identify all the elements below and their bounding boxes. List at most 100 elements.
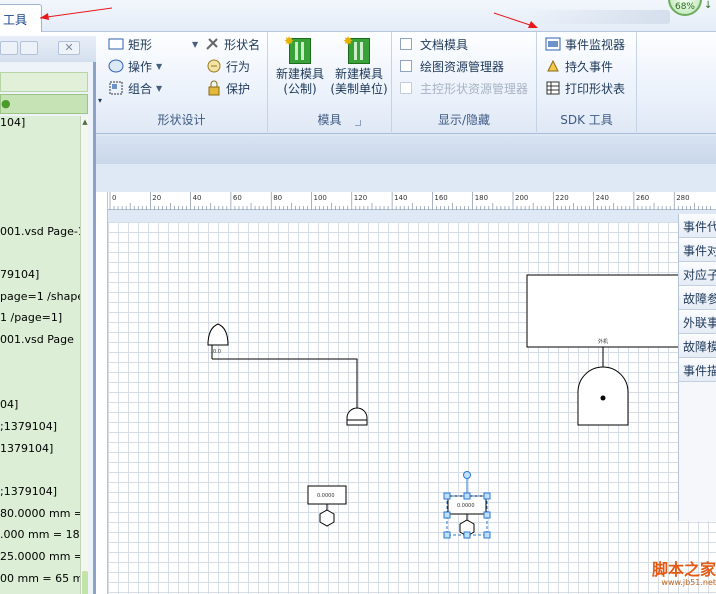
rectangle-button[interactable]: 矩形 [108, 34, 152, 54]
dropdown-icon: ▼ [156, 83, 163, 93]
basic-event-label: 0.0000 [457, 503, 475, 509]
ruler-label: 280 [676, 194, 689, 202]
new-stencil-us-button[interactable]: ✸ 新建模具 (美制单位) [328, 34, 390, 97]
log-line[interactable]: 00 mm = 65 mi [0, 572, 80, 585]
new-stencil-icon: ✸ [343, 34, 370, 64]
group-button[interactable]: 组合 ▼ [108, 78, 162, 98]
checkbox-drawing-explorer[interactable]: 绘图资源管理器 [400, 56, 504, 76]
connector-line[interactable] [212, 358, 358, 408]
log-line[interactable]: 104] [0, 116, 25, 129]
more-icon[interactable]: ▾ [98, 90, 102, 110]
persistent-events-icon [545, 58, 561, 74]
group-title-shape-design: 形状设计 [157, 113, 206, 127]
event-box-label: 外机 [598, 338, 608, 345]
and-gate-shape-large[interactable] [577, 366, 629, 426]
basic-event-shape-1[interactable]: 0.0000 [307, 485, 347, 527]
log-line[interactable]: 80.0000 mm = [0, 507, 80, 520]
minimize-button[interactable] [0, 41, 18, 55]
ruler-label: 20 [152, 194, 161, 202]
data-field-6[interactable]: 故障模 [679, 334, 716, 358]
behavior-button[interactable]: 行为 [206, 56, 250, 76]
log-line[interactable]: 001.vsd Page [0, 333, 74, 346]
close-button[interactable]: ✕ [58, 41, 80, 55]
checkbox-box [400, 82, 412, 94]
print-shapesheet-icon [545, 80, 561, 96]
data-field-4[interactable]: 故障参 [679, 286, 716, 310]
watermark-url: www.jb51.net [661, 578, 716, 587]
ribbon: 矩形 操作 ▼ 组合 ▼ ▼ 形状名 行为 保护 ▾ 形状设计 ✸ 新建模具 (… [0, 32, 716, 134]
scroll-thumb[interactable] [82, 571, 88, 594]
print-shapesheet-button[interactable]: 打印形状表 [545, 78, 625, 98]
protection-button[interactable]: 保护 [206, 78, 250, 98]
and-gate-shape-small[interactable] [346, 407, 368, 426]
ruler-label: 220 [555, 194, 568, 202]
ruler-label: 200 [515, 194, 528, 202]
ruler-label: 180 [475, 194, 488, 202]
group-title-show-hide: 显示/隐藏 [437, 113, 491, 127]
persistent-events-button[interactable]: 持久事件 [545, 56, 613, 76]
leaf-icon: ● [1, 97, 11, 110]
watermark-logo: 脚本之家 [651, 560, 716, 579]
event-monitor-button[interactable]: 事件监视器 [545, 34, 625, 54]
drawing-canvas[interactable]: 0.0 外机 0.0000 0.0000 [108, 222, 716, 594]
ruler-label: 100 [314, 194, 327, 202]
operations-button[interactable]: 操作 ▼ [108, 56, 162, 76]
data-field-1[interactable]: 事件代 [679, 214, 716, 238]
group-stencil: ✸ 新建模具 (公制) ✸ 新建模具 (美制单位) 模具 [268, 32, 392, 132]
shape-name-button[interactable]: ▼ 形状名 [192, 34, 260, 54]
checkbox-master-explorer: 主控形状资源管理器 [400, 78, 528, 98]
log-line[interactable]: .000 mm = 180 [0, 528, 80, 541]
lock-icon [206, 80, 222, 96]
group-sdk-tools: 事件监视器 持久事件 打印形状表 SDK 工具 [537, 32, 637, 132]
log-line[interactable]: page=1 /shape [0, 290, 80, 303]
event-monitor-icon [545, 36, 561, 52]
data-field-3[interactable]: 对应子 [679, 262, 716, 286]
ruler-label: 160 [434, 194, 447, 202]
dropdown-icon: ▼ [156, 61, 163, 71]
rectangle-icon [108, 36, 124, 52]
shape-name-icon [204, 36, 220, 52]
group-show-hide: 文档模具 绘图资源管理器 主控形状资源管理器 显示/隐藏 [392, 32, 537, 132]
scroll-up-icon[interactable]: ▲ [81, 118, 89, 126]
log-line[interactable]: ;1379104] [0, 420, 57, 433]
new-stencil-metric-button[interactable]: ✸ 新建模具 (公制) [272, 34, 328, 97]
log-line[interactable]: 25.0000 mm = [0, 550, 80, 563]
log-line[interactable]: 79104] [0, 268, 39, 281]
ruler-label: 40 [193, 194, 202, 202]
checkbox-document-stencil[interactable]: 文档模具 [400, 34, 468, 54]
log-line[interactable]: 001.vsd Page-1 [0, 225, 80, 238]
toolbar-strip [96, 136, 716, 164]
canvas-top-gap [108, 210, 716, 222]
data-field-5[interactable]: 外联事 [679, 310, 716, 334]
log-line[interactable]: 1379104] [0, 442, 53, 455]
group-title-sdk-tools: SDK 工具 [560, 113, 613, 127]
shape-data-panel: 事件代 事件对 对应子 故障参 外联事 故障模 事件描 [678, 214, 716, 521]
ruler-label: 120 [354, 194, 367, 202]
data-field-7[interactable]: 事件描 [679, 358, 716, 382]
log-line[interactable]: 04] [0, 398, 18, 411]
log-line[interactable]: 1 /page=1] [0, 311, 62, 324]
ribbon-tab-strip: 工具 68% ↓ [0, 0, 716, 33]
ruler-label: 80 [273, 194, 282, 202]
log-line[interactable]: ;1379104] [0, 485, 57, 498]
maximize-button[interactable] [20, 41, 38, 55]
group-shape-design: 矩形 操作 ▼ 组合 ▼ ▼ 形状名 行为 保护 ▾ 形状设计 [96, 32, 268, 132]
blurred-toolbar-area [530, 10, 670, 24]
pane-scrollbar[interactable]: ▲ [80, 116, 88, 594]
or-gate-shape[interactable]: 0.0 [207, 323, 229, 359]
event-log-list[interactable]: 104] 001.vsd Page-1 79104] page=1 /shape 1 /… [0, 116, 80, 594]
vertical-ruler [96, 192, 108, 594]
ruler-label: 60 [233, 194, 242, 202]
basic-event-label: 0.0000 [317, 493, 335, 499]
behavior-icon [206, 58, 222, 74]
basic-event-shape-2-selected[interactable]: 0.0000 [443, 471, 491, 539]
event-box-shape[interactable]: 外机 [526, 274, 688, 367]
tab-developer[interactable]: 工具 [0, 4, 42, 33]
data-field-2[interactable]: 事件对 [679, 238, 716, 262]
dialog-launcher-icon[interactable] [355, 120, 361, 126]
pane-filter-bar: ● [0, 94, 88, 114]
checkbox-box[interactable] [400, 38, 412, 50]
ruler-label: 0 [112, 194, 116, 202]
operations-icon [108, 58, 124, 74]
checkbox-box[interactable] [400, 60, 412, 72]
